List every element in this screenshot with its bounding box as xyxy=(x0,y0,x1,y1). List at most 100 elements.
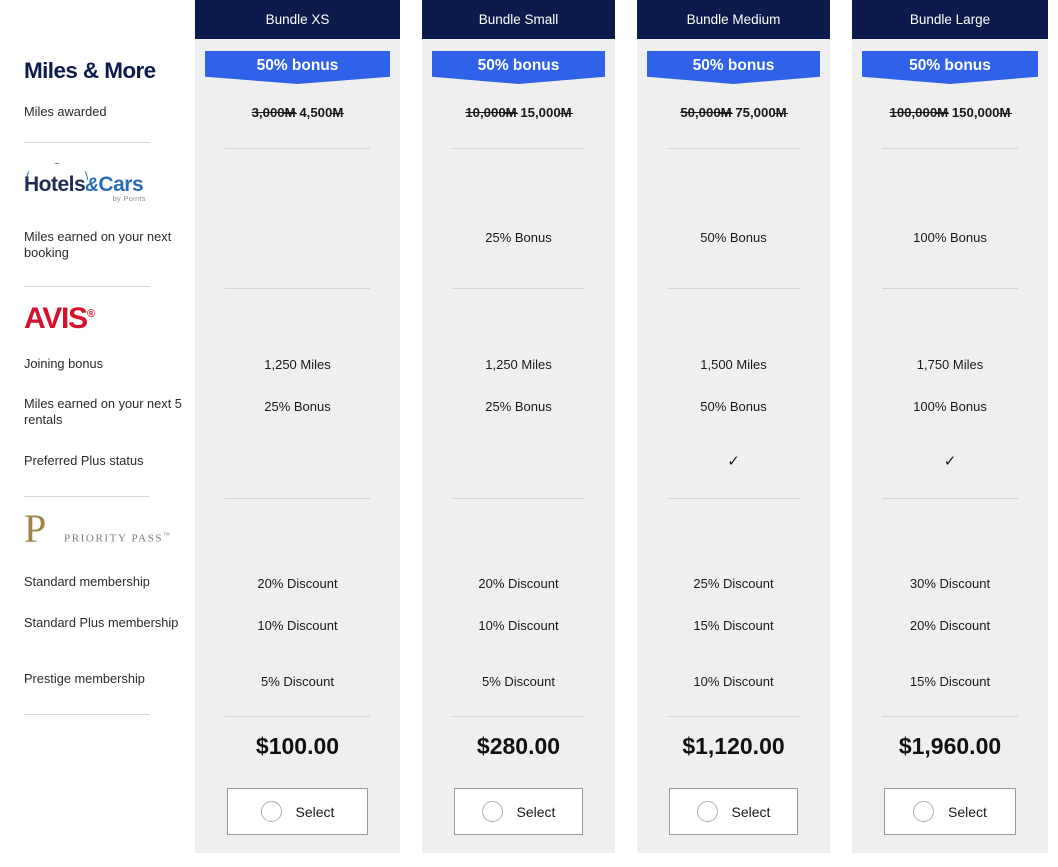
bundle-price: $100.00 xyxy=(255,733,340,759)
cell-divider xyxy=(667,498,800,499)
section-divider xyxy=(24,142,150,143)
avis-rentals-bonus-value: 25% Bonus xyxy=(485,399,552,414)
brand-logo-hotels-and-cars: Hotels&Cars by Points xyxy=(24,162,185,204)
pp-prestige-value: 10% Discount xyxy=(693,674,774,689)
miles-old-value: 50,000 xyxy=(680,105,721,120)
bonus-badge: 50% bonus xyxy=(862,51,1038,84)
hotels-booking-value: 25% Bonus xyxy=(485,230,552,245)
miles-new-value: 150,000 xyxy=(951,105,1000,120)
miles-and-more-wordmark: Miles & More xyxy=(24,58,156,83)
bundle-title: Bundle Large xyxy=(852,0,1048,39)
bundle-price: $1,960.00 xyxy=(898,733,1002,759)
cell-divider xyxy=(882,498,1018,499)
bundle-price: $280.00 xyxy=(476,733,561,759)
bundle-column-xs[interactable]: Bundle XS 50% bonus 3,000M 4,500M 1,250 … xyxy=(195,0,400,853)
avis-rentals-bonus-value: 50% Bonus xyxy=(700,399,767,414)
avis-preferred-plus-value: ✓ xyxy=(727,453,740,470)
cell-divider xyxy=(667,148,800,149)
miles-new-value: 4,500 xyxy=(299,105,333,120)
row-label-standard-membership: Standard membership xyxy=(24,574,150,589)
radio-icon[interactable] xyxy=(260,801,282,822)
bundle-price: $1,120.00 xyxy=(682,733,785,759)
cell-divider xyxy=(225,148,370,149)
cell-divider xyxy=(882,716,1018,717)
bonus-badge: 50% bonus xyxy=(205,51,390,84)
cars-word: Cars xyxy=(98,173,144,196)
select-button[interactable]: Select xyxy=(884,788,1016,835)
avis-joining-bonus-value: 1,250 Miles xyxy=(264,357,331,372)
feature-label-column: Miles & More Miles awarded Hotels&Cars b… xyxy=(0,0,195,867)
bundle-column-large[interactable]: Bundle Large 50% bonus 100,000M 150,000M… xyxy=(852,0,1048,853)
avis-joining-bonus-value: 1,500 Miles xyxy=(700,357,767,372)
radio-icon[interactable] xyxy=(696,801,718,822)
cell-divider xyxy=(667,288,800,289)
pp-prestige-value: 5% Discount xyxy=(482,674,555,689)
select-button[interactable]: Select xyxy=(227,788,368,835)
avis-joining-bonus-value: 1,250 Miles xyxy=(485,357,552,372)
row-label-standard-plus-membership: Standard Plus membership xyxy=(24,615,179,630)
cell-divider xyxy=(225,288,370,289)
brand-logo-priority-pass: P PRIORITY PASS™ xyxy=(24,509,185,553)
hotels-word: Hotels xyxy=(24,173,86,196)
cell-divider xyxy=(225,498,370,499)
pp-standard-plus-value: 15% Discount xyxy=(693,618,774,633)
row-label-joining-bonus: Joining bonus xyxy=(24,356,103,371)
avis-trademark: ® xyxy=(87,308,95,320)
cell-divider xyxy=(452,716,585,717)
miles-new-value: 75,000 xyxy=(735,105,776,120)
hotels-and-cars-tagline: by Points xyxy=(112,194,146,203)
cell-divider xyxy=(452,288,585,289)
radio-icon[interactable] xyxy=(913,801,935,822)
pp-standard-value: 25% Discount xyxy=(693,576,774,591)
pp-standard-plus-value: 10% Discount xyxy=(478,618,559,633)
mile-symbol-icon: M xyxy=(283,105,297,120)
radio-icon[interactable] xyxy=(481,801,503,822)
select-button-label: Select xyxy=(516,803,556,820)
miles-awarded-value: 100,000M 150,000M xyxy=(858,104,1042,121)
priority-pass-monogram-icon: P xyxy=(24,506,47,551)
cell-divider xyxy=(882,148,1018,149)
section-divider xyxy=(24,286,150,287)
bonus-badge: 50% bonus xyxy=(647,51,820,84)
pp-standard-plus-value: 10% Discount xyxy=(257,618,338,633)
cell-divider xyxy=(667,716,800,717)
mile-symbol-icon: M xyxy=(936,105,950,120)
select-button[interactable]: Select xyxy=(454,788,583,835)
select-button-label: Select xyxy=(731,803,771,820)
row-label-booking-miles: Miles earned on your next booking xyxy=(24,229,172,260)
select-button-label: Select xyxy=(295,803,335,820)
pp-standard-value: 20% Discount xyxy=(257,576,338,591)
bundle-title: Bundle Small xyxy=(422,0,615,39)
miles-old-value: 3,000 xyxy=(251,105,285,120)
brand-logo-avis: AVIS® xyxy=(24,302,185,336)
bundle-column-small[interactable]: Bundle Small 50% bonus 10,000M 15,000M 2… xyxy=(422,0,615,853)
hotels-booking-value: 100% Bonus xyxy=(913,230,987,245)
bonus-badge: 50% bonus xyxy=(432,51,605,84)
miles-awarded-value: 10,000M 15,000M xyxy=(428,104,609,121)
cell-divider xyxy=(225,716,370,717)
miles-new-value: 15,000 xyxy=(520,105,561,120)
priority-pass-trademark: ™ xyxy=(163,531,172,539)
cell-divider xyxy=(452,148,585,149)
miles-old-value: 100,000 xyxy=(889,105,938,120)
avis-rentals-bonus-value: 100% Bonus xyxy=(913,399,987,414)
mile-symbol-icon: M xyxy=(719,105,733,120)
ampersand-glyph: & xyxy=(85,175,99,196)
bundle-column-medium[interactable]: Bundle Medium 50% bonus 50,000M 75,000M … xyxy=(637,0,830,853)
select-button[interactable]: Select xyxy=(669,788,798,835)
bundle-comparison-table: Miles & More Miles awarded Hotels&Cars b… xyxy=(0,0,1058,867)
pp-standard-value: 30% Discount xyxy=(909,576,991,591)
select-button-label: Select xyxy=(948,803,987,820)
bundle-title: Bundle XS xyxy=(195,0,400,39)
mile-symbol-icon: M xyxy=(504,105,518,120)
pp-prestige-value: 15% Discount xyxy=(909,674,991,689)
pp-standard-plus-value: 20% Discount xyxy=(909,618,991,633)
section-divider xyxy=(24,496,150,497)
mile-symbol-icon: M xyxy=(331,105,345,120)
avis-wordmark: AVIS xyxy=(24,302,88,335)
mile-symbol-icon: M xyxy=(559,105,573,120)
pp-prestige-value: 5% Discount xyxy=(261,674,334,689)
cell-divider xyxy=(452,498,585,499)
miles-awarded-value: 3,000M 4,500M xyxy=(201,104,394,121)
hotels-booking-value: 50% Bonus xyxy=(700,230,767,245)
